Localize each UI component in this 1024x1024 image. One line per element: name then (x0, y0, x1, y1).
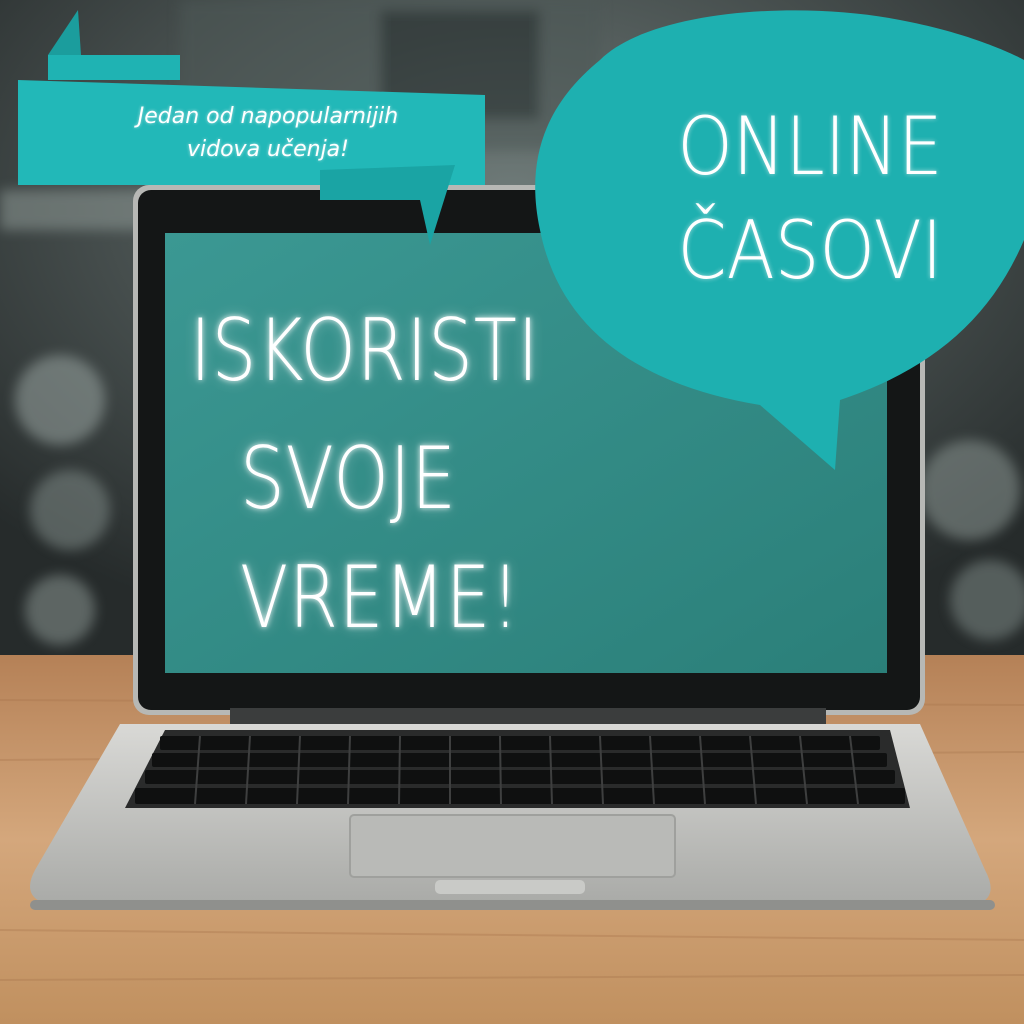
screen-headline-line-3: VREME! (240, 548, 521, 648)
banner-line-2: vidova učenja! (187, 137, 349, 162)
banner-text: Jedan od napopularnijih vidova učenja! (58, 100, 478, 166)
speech-bubble-text: ONLINE ČASOVI (600, 95, 1020, 303)
bubble-line-2: ČASOVI (677, 204, 943, 297)
screen-headline-line-2: SVOJE (240, 429, 457, 529)
banner-line-1: Jedan od napopularnijih (137, 104, 399, 129)
bubble-line-1: ONLINE (677, 100, 943, 193)
screen-headline-line-1: ISKORISTI (190, 301, 540, 401)
